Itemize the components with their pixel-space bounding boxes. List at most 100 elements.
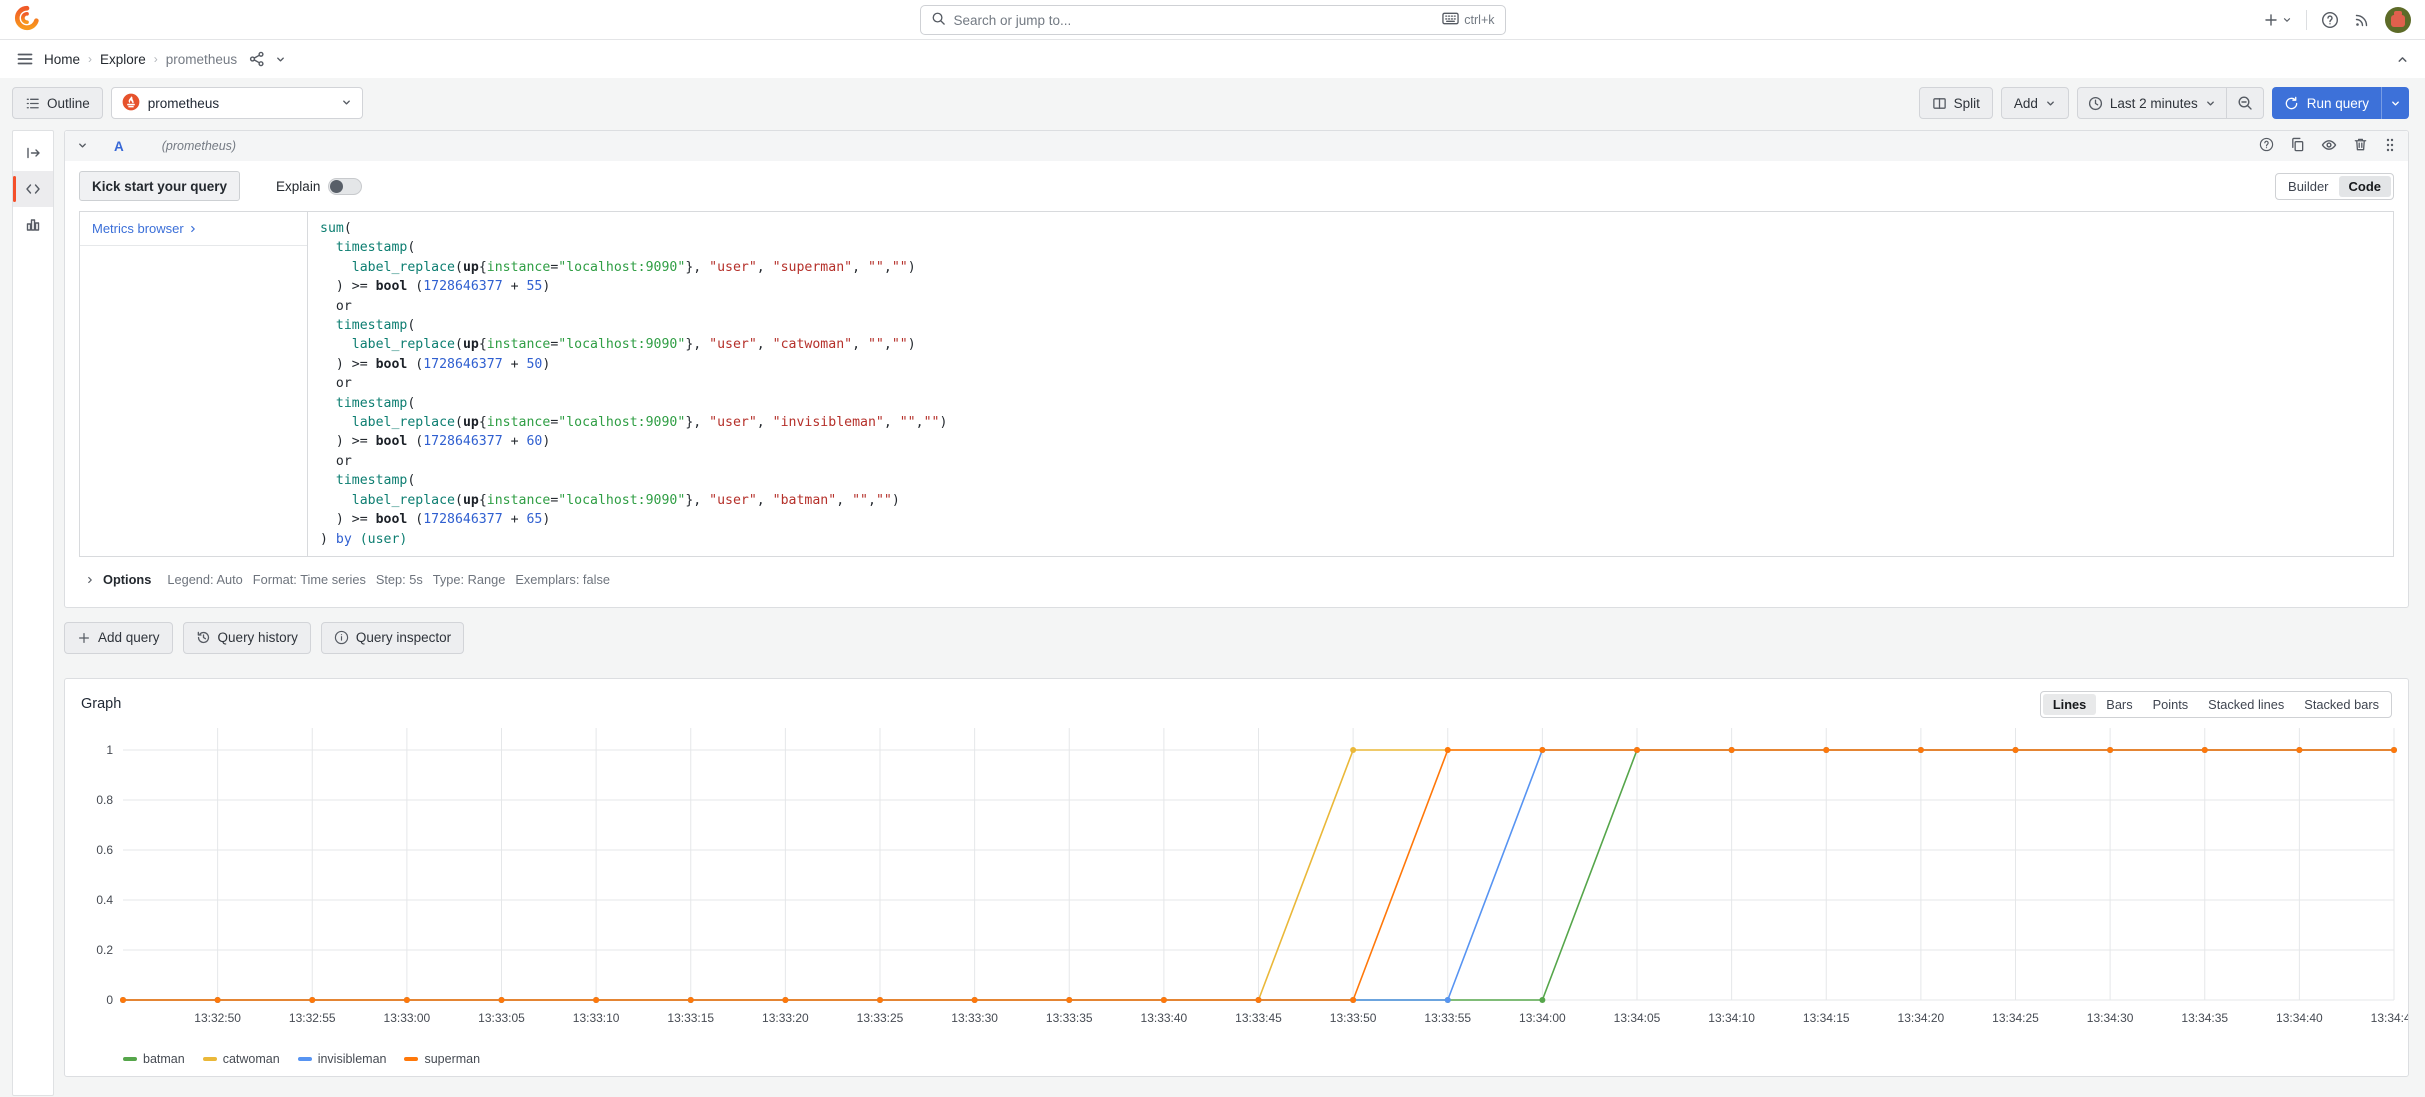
series-point-batman bbox=[1539, 997, 1545, 1003]
series-point-superman bbox=[309, 997, 315, 1003]
legend-item-batman[interactable]: batman bbox=[123, 1052, 185, 1066]
code-line: label_replace(up{instance="localhost:909… bbox=[320, 491, 2381, 510]
add-button[interactable]: Add bbox=[2001, 87, 2069, 119]
code-line: or bbox=[320, 374, 2381, 393]
metrics-browser-link[interactable]: Metrics browser bbox=[80, 212, 307, 246]
search-icon bbox=[931, 11, 946, 29]
query-history-button[interactable]: Query history bbox=[183, 622, 311, 654]
graph-mode-stacked-bars[interactable]: Stacked bars bbox=[2294, 694, 2389, 715]
new-menu-button[interactable] bbox=[2263, 12, 2292, 28]
time-range-picker[interactable]: Last 2 minutes bbox=[2078, 88, 2226, 118]
svg-text:0: 0 bbox=[106, 993, 113, 1007]
series-point-superman bbox=[593, 997, 599, 1003]
run-query-button[interactable]: Run query bbox=[2272, 87, 2409, 119]
breadcrumb-separator: › bbox=[88, 52, 92, 66]
series-point-superman bbox=[2296, 747, 2302, 753]
series-point-superman bbox=[2391, 747, 2397, 753]
svg-text:13:33:35: 13:33:35 bbox=[1046, 1011, 1093, 1025]
hide-response-eye-icon[interactable] bbox=[2321, 137, 2337, 156]
datasource-picker[interactable]: prometheus bbox=[111, 87, 363, 119]
remove-query-trash-icon[interactable] bbox=[2353, 137, 2368, 155]
query-actions-row: Add query Query history Query inspector bbox=[64, 622, 2409, 654]
legend-item-catwoman[interactable]: catwoman bbox=[203, 1052, 280, 1066]
options-summary-item: Step: 5s bbox=[376, 572, 423, 587]
svg-text:13:32:50: 13:32:50 bbox=[194, 1011, 241, 1025]
query-row-header[interactable]: A (prometheus) bbox=[65, 131, 2408, 161]
svg-text:1: 1 bbox=[106, 743, 113, 757]
user-avatar[interactable] bbox=[2385, 7, 2411, 33]
query-help-icon[interactable] bbox=[2259, 137, 2274, 155]
queries-code-icon[interactable] bbox=[13, 171, 53, 207]
graph-mode-points[interactable]: Points bbox=[2143, 694, 2199, 715]
series-point-superman bbox=[2013, 747, 2019, 753]
breadcrumb-item[interactable]: Explore bbox=[100, 52, 146, 67]
editor-mode-code[interactable]: Code bbox=[2339, 176, 2392, 197]
menu-toggle-icon[interactable] bbox=[16, 50, 34, 68]
help-icon[interactable] bbox=[2321, 11, 2339, 29]
graph-mode-stacked-lines[interactable]: Stacked lines bbox=[2198, 694, 2294, 715]
duplicate-query-icon[interactable] bbox=[2290, 137, 2305, 155]
breadcrumb-separator: › bbox=[154, 52, 158, 66]
time-series-chart[interactable]: 00.20.40.60.8113:32:5013:32:5513:33:0013… bbox=[65, 720, 2408, 1052]
code-line: ) by (user) bbox=[320, 530, 2381, 549]
run-query-dropdown[interactable] bbox=[2381, 87, 2409, 119]
chart-plot-area[interactable]: 00.20.40.60.8113:32:5013:32:5513:33:0013… bbox=[65, 720, 2408, 1052]
series-point-superman bbox=[972, 997, 978, 1003]
outline-expand-icon[interactable] bbox=[13, 135, 53, 171]
news-icon[interactable] bbox=[2353, 11, 2371, 29]
breadcrumb-bar: Home›Explore›prometheus bbox=[0, 40, 2425, 78]
graph-mode-bars[interactable]: Bars bbox=[2096, 694, 2142, 715]
graph-panel: Graph LinesBarsPointsStacked linesStacke… bbox=[64, 678, 2409, 1077]
datasource-name: prometheus bbox=[148, 96, 219, 111]
collapse-chevron-icon[interactable] bbox=[77, 138, 88, 154]
query-options-bar[interactable]: Options Legend: AutoFormat: Time seriesS… bbox=[79, 565, 2394, 595]
series-point-superman bbox=[215, 997, 221, 1003]
kick-start-button[interactable]: Kick start your query bbox=[79, 171, 240, 201]
zoom-out-button[interactable] bbox=[2226, 88, 2263, 118]
add-query-button[interactable]: Add query bbox=[64, 622, 173, 654]
split-button[interactable]: Split bbox=[1919, 87, 1993, 119]
graph-mode-lines[interactable]: Lines bbox=[2043, 694, 2096, 715]
code-line: or bbox=[320, 297, 2381, 316]
svg-text:13:34:20: 13:34:20 bbox=[1898, 1011, 1945, 1025]
series-point-superman bbox=[1350, 997, 1356, 1003]
graph-panel-icon[interactable] bbox=[13, 207, 53, 243]
svg-text:13:33:05: 13:33:05 bbox=[478, 1011, 525, 1025]
builder-code-toggle: BuilderCode bbox=[2275, 173, 2394, 200]
search-input[interactable]: Search or jump to... ctrl+k bbox=[920, 5, 1506, 35]
svg-text:13:33:25: 13:33:25 bbox=[857, 1011, 904, 1025]
editor-mode-builder[interactable]: Builder bbox=[2278, 176, 2338, 197]
code-line: label_replace(up{instance="localhost:909… bbox=[320, 413, 2381, 432]
explore-content: Outline prometheus Split Add bbox=[0, 78, 2425, 1096]
grafana-logo[interactable] bbox=[14, 5, 40, 34]
svg-text:13:33:40: 13:33:40 bbox=[1141, 1011, 1188, 1025]
options-chevron-icon bbox=[85, 575, 95, 585]
drag-handle-icon[interactable] bbox=[2384, 137, 2396, 156]
query-code-editor: Metrics browser sum( timestamp( label_re… bbox=[79, 211, 2394, 557]
svg-text:13:32:55: 13:32:55 bbox=[289, 1011, 336, 1025]
query-inspector-button[interactable]: Query inspector bbox=[321, 622, 464, 654]
options-summary-item: Format: Time series bbox=[253, 572, 366, 587]
chevron-down-icon[interactable] bbox=[275, 54, 286, 65]
search-shortcut: ctrl+k bbox=[1464, 13, 1494, 27]
promql-code[interactable]: sum( timestamp( label_replace(up{instanc… bbox=[308, 212, 2393, 556]
explain-toggle[interactable] bbox=[328, 178, 362, 195]
series-point-superman bbox=[1066, 997, 1072, 1003]
svg-text:13:34:30: 13:34:30 bbox=[2087, 1011, 2134, 1025]
code-line: label_replace(up{instance="localhost:909… bbox=[320, 335, 2381, 354]
share-icon[interactable] bbox=[249, 51, 265, 67]
series-point-superman bbox=[1161, 997, 1167, 1003]
series-point-invisibleman bbox=[1445, 997, 1451, 1003]
svg-text:13:33:10: 13:33:10 bbox=[573, 1011, 620, 1025]
legend-item-invisibleman[interactable]: invisibleman bbox=[298, 1052, 387, 1066]
chevron-up-icon[interactable] bbox=[2396, 53, 2409, 66]
breadcrumb-item[interactable]: Home bbox=[44, 52, 80, 67]
outline-button[interactable]: Outline bbox=[12, 87, 103, 119]
chevron-down-icon bbox=[341, 96, 352, 111]
code-line: ) >= bool (1728646377 + 50) bbox=[320, 355, 2381, 374]
svg-text:13:34:15: 13:34:15 bbox=[1803, 1011, 1850, 1025]
series-point-superman bbox=[688, 997, 694, 1003]
legend-item-superman[interactable]: superman bbox=[404, 1052, 480, 1066]
options-summary-item: Type: Range bbox=[433, 572, 506, 587]
series-point-superman bbox=[1634, 747, 1640, 753]
